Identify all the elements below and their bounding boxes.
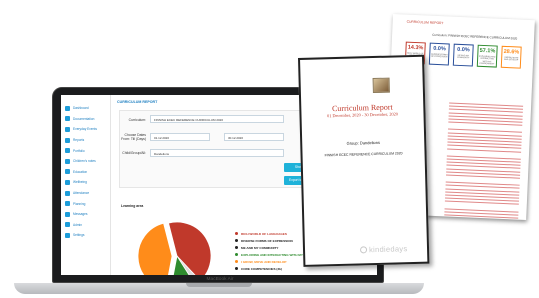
folder-icon xyxy=(65,148,70,154)
note-icon xyxy=(65,158,70,164)
kindiedays-logo-text: kindiedays xyxy=(368,244,408,255)
heart-icon xyxy=(65,179,70,185)
legend-label: RICH WORLD OF LANGUAGES xyxy=(241,231,287,236)
summary-stat-box: 28.6% I GROW, MOVE AND DEVELOP xyxy=(500,45,522,69)
date-from-input[interactable]: 01.12.2020 xyxy=(150,133,210,141)
summary-report-header: CURRICULUM REPORT xyxy=(406,19,444,26)
sidebar-item[interactable]: Dashboard xyxy=(61,103,110,114)
sidebar-item-label: Attendance xyxy=(73,191,90,196)
pencil-icon xyxy=(65,201,70,207)
group-select[interactable]: Dandelions xyxy=(150,149,284,157)
legend-label: DIVERSE FORMS OF EXPRESSION xyxy=(241,238,293,243)
promo-composition: CURRICULUM REPORT Curriculum: FINNISH EC… xyxy=(0,0,539,298)
laptop-notch xyxy=(186,283,252,287)
legend-swatch xyxy=(235,232,238,235)
sidebar-item[interactable]: Attendance xyxy=(61,188,110,199)
summary-stat-label: DIVERSE FORMS OF EXPRESSION xyxy=(430,53,448,59)
gear-icon xyxy=(65,222,70,228)
summary-stat-label: EXPLORING AND INTERACTING WITH MY ENVIRO… xyxy=(478,55,496,66)
summary-stat-box: 57.1% EXPLORING AND INTERACTING WITH MY E… xyxy=(476,44,498,68)
sidebar-item-label: Settings xyxy=(73,233,85,238)
curriculum-select[interactable]: FINNISH ECEC REFERENCE CURRICULUM 2020 xyxy=(150,115,284,123)
settings-icon xyxy=(65,232,70,238)
sidebar-item-label: Everyday Events xyxy=(73,127,97,132)
app-logo xyxy=(61,95,110,103)
chart-icon xyxy=(65,137,70,143)
book-icon xyxy=(65,169,70,175)
summary-stat-label: ME AND MY COMMUNITY xyxy=(456,54,470,60)
mail-icon xyxy=(65,211,70,217)
legend-swatch xyxy=(235,239,238,242)
cover-curriculum: FINNISH ECEC REFERENCE CURRICULUM 2020 xyxy=(324,151,403,158)
sidebar-menu: Dashboard Documentation Everyday Events Rep… xyxy=(61,103,110,241)
home-icon xyxy=(65,105,70,111)
cover-group: Group: Dandelions xyxy=(346,139,380,146)
sidebar-item-label: Planning xyxy=(73,201,86,206)
report-filter-panel: Curriculum: FINNISH ECEC REFERENCE CURRI… xyxy=(119,110,315,188)
summary-stat-box: 0.0% DIVERSE FORMS OF EXPRESSION xyxy=(428,42,450,66)
sidebar-item[interactable]: Admin xyxy=(61,220,110,231)
legend-label: CORE COMPETENCIES (2b) xyxy=(241,266,283,271)
learning-area-title: Learning area xyxy=(121,204,144,208)
kindiedays-logo: kindiedays xyxy=(359,244,408,255)
calendar-icon xyxy=(65,126,70,132)
sidebar-item[interactable]: Settings xyxy=(61,230,110,241)
sidebar-item-label: Children's notes xyxy=(73,159,96,164)
sidebar-item-label: Dashboard xyxy=(73,106,89,111)
summary-stat-value: 0.0% xyxy=(457,46,470,54)
sidebar-item-label: Portfolio xyxy=(73,148,85,153)
sidebar-item-label: Documentation xyxy=(73,116,95,121)
summary-stat-box: 0.0% ME AND MY COMMUNITY xyxy=(452,43,474,67)
legend-entry: CORE COMPETENCIES (2b) xyxy=(235,265,365,272)
sidebar-item[interactable]: Portfolio xyxy=(61,145,110,156)
summary-stat-label: I GROW, MOVE AND DEVELOP xyxy=(503,56,519,62)
summary-stat-value: 14.3% xyxy=(407,44,424,52)
legend-swatch xyxy=(235,260,238,263)
pie-slice xyxy=(137,222,173,275)
sidebar-item[interactable]: Education xyxy=(61,167,110,178)
sidebar-item-label: Education xyxy=(73,169,88,174)
legend-swatch xyxy=(235,246,238,249)
document-icon xyxy=(65,116,70,122)
summary-stat-value: 0.0% xyxy=(433,45,446,53)
sidebar-item[interactable]: Planning xyxy=(61,198,110,209)
summary-stat-value: 57.1% xyxy=(479,47,496,55)
cover-photo xyxy=(372,77,390,94)
sidebar-item[interactable]: Documentation xyxy=(61,114,110,125)
date-to-input[interactable]: 30.12.2020 xyxy=(224,133,284,141)
sidebar-item[interactable]: Everyday Events xyxy=(61,124,110,135)
sidebar-item-label: Wellbeing xyxy=(73,180,87,185)
sidebar-item[interactable]: Wellbeing xyxy=(61,177,110,188)
sidebar-item-label: Admin xyxy=(73,222,83,227)
app-sidebar: Dashboard Documentation Everyday Events Rep… xyxy=(61,95,111,275)
period-sublabel: From: Till (Days) xyxy=(121,137,146,141)
summary-report-subtitle: Curriculum: FINNISH ECEC REFERENCE CURRI… xyxy=(432,32,518,41)
laptop-brand: MacBook Air xyxy=(206,276,234,282)
group-label: Child/Group/All: xyxy=(122,151,146,155)
check-icon xyxy=(65,190,70,196)
sidebar-item-label: Reports xyxy=(73,138,85,143)
sidebar-item[interactable]: Children's notes xyxy=(61,156,110,167)
sidebar-item[interactable]: Reports xyxy=(61,135,110,146)
summary-stat-value: 28.6% xyxy=(503,48,520,56)
legend-swatch xyxy=(235,267,238,270)
legend-label: I GROW, MOVE AND DEVELOP xyxy=(241,259,287,264)
report-cover-page: Curriculum Report 01 December, 2020 - 30… xyxy=(298,54,430,267)
legend-swatch xyxy=(235,253,238,256)
curriculum-label: Curriculum: xyxy=(128,118,146,122)
learning-area-pie-chart xyxy=(137,221,212,275)
sidebar-item-label: Messages xyxy=(73,212,88,217)
sidebar-item[interactable]: Messages xyxy=(61,209,110,220)
kindiedays-logo-icon xyxy=(359,246,368,254)
legend-label: ME AND MY COMMUNITY xyxy=(241,245,279,250)
